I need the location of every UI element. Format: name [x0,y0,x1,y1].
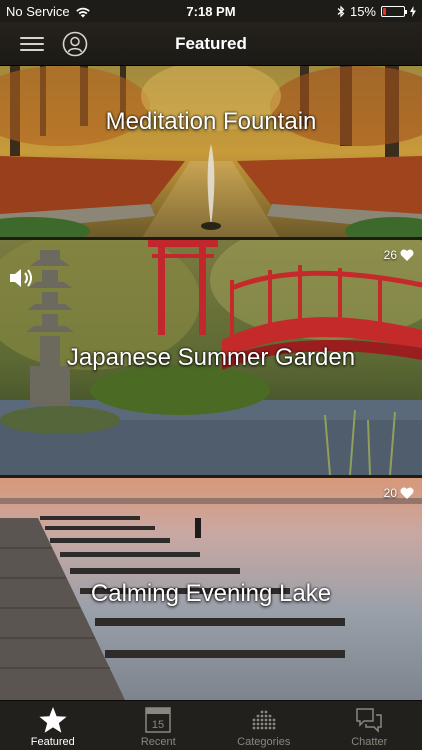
bluetooth-icon [337,5,345,18]
tab-featured[interactable]: Featured [0,701,106,750]
featured-card[interactable]: Meditation Fountain [0,66,422,238]
featured-card[interactable]: 20 Calming Evening Lake [0,478,422,700]
heart-icon[interactable] [400,487,414,499]
tab-chatter[interactable]: Chatter [317,701,422,750]
tab-label: Categories [237,736,291,748]
calendar-day: 15 [152,719,164,731]
speaker-icon[interactable] [8,266,36,290]
forest-fountain-image [0,66,422,238]
likes-number: 20 [383,486,397,500]
calendar-icon: 15 [145,707,171,733]
card-title: Calming Evening Lake [90,580,332,607]
tab-label: Chatter [351,736,388,748]
likes-number: 26 [383,248,397,262]
page-title: Featured [175,34,247,53]
tab-label: Featured [30,736,75,748]
charging-bolt-icon [410,6,416,17]
nav-bar: Featured [0,22,422,66]
tab-bar: Featured 15 Recent Categories Chatter [0,700,422,750]
chat-bubbles-icon [356,708,382,733]
categories-icon [252,710,276,730]
tab-label: Recent [140,736,176,748]
battery-icon [381,6,407,17]
tab-recent[interactable]: 15 Recent [106,701,212,750]
likes-count: 20 [384,486,414,500]
card-title: Japanese Summer Garden [66,344,356,371]
heart-icon[interactable] [400,249,414,261]
star-icon [39,707,67,733]
status-bar: No Service 7:18 PM 15% [0,0,422,22]
likes-count: 26 [384,248,414,262]
featured-card[interactable]: 26 Japanese Summer Garden [0,240,422,475]
tab-categories[interactable]: Categories [211,701,317,750]
card-title: Meditation Fountain [105,108,317,135]
battery-percent: 15% [349,4,376,19]
